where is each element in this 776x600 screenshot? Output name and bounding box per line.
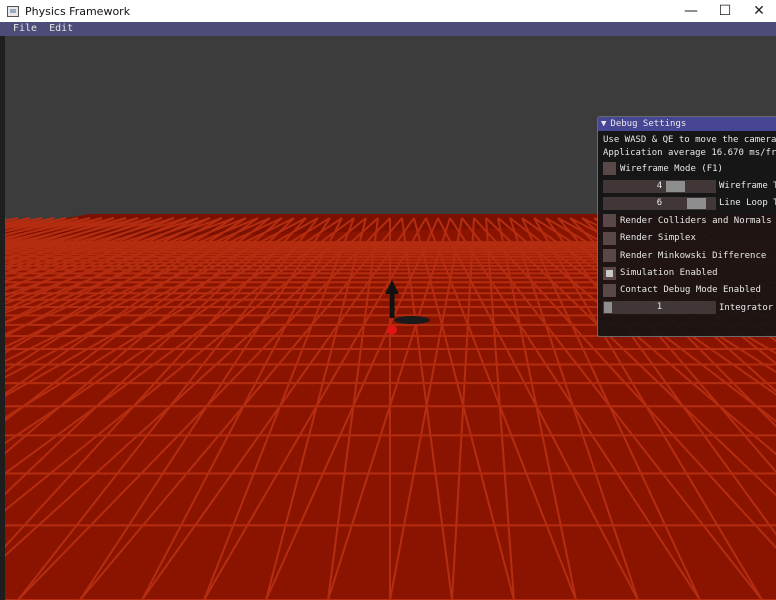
render-minkowski-checkbox[interactable]	[603, 249, 616, 263]
close-button[interactable]: ✕	[742, 0, 776, 22]
render-colliders-label: Render Colliders and Normals (	[620, 215, 776, 226]
menu-file[interactable]: File	[0, 22, 43, 36]
app-icon	[7, 5, 19, 17]
render-simplex-row[interactable]: Render Simplex	[603, 230, 776, 247]
integrator-label: Integrator	[719, 302, 774, 313]
window-controls: — ☐ ✕	[674, 0, 776, 22]
render-simplex-checkbox[interactable]	[603, 231, 616, 245]
debug-panel-header[interactable]: ▼ Debug Settings	[598, 117, 776, 131]
line-loop-slider[interactable]: 6	[603, 196, 716, 210]
wireframe-mode-checkbox[interactable]	[603, 162, 616, 176]
gizmo-shadow	[394, 316, 430, 324]
render-minkowski-row[interactable]: Render Minkowski Difference	[603, 247, 776, 264]
render-simplex-label: Render Simplex	[620, 233, 696, 244]
camera-help-text: Use WASD & QE to move the camera.	[603, 135, 776, 145]
line-loop-slider-label: Line Loop T	[719, 198, 776, 209]
debug-panel-title: Debug Settings	[610, 119, 687, 129]
slider-value: 6	[656, 197, 663, 208]
slider-value: 4	[656, 180, 663, 191]
integrator-slider[interactable]: 1	[603, 301, 716, 315]
app-window: Physics Framework — ☐ ✕ File Edit ▼ Debu…	[0, 0, 776, 600]
minimize-button[interactable]: —	[674, 0, 708, 22]
contact-debug-row[interactable]: Contact Debug Mode Enabled	[603, 282, 776, 299]
frame-stats-text: Application average 16.670 ms/fra	[603, 148, 776, 158]
wireframe-slider-label: Wireframe T	[719, 181, 776, 192]
menu-bar: File Edit	[0, 22, 776, 36]
contact-debug-checkbox[interactable]	[603, 283, 616, 297]
simulation-enabled-checkbox[interactable]	[603, 266, 616, 280]
render-colliders-checkbox[interactable]	[603, 214, 616, 228]
wireframe-mode-row[interactable]: Wireframe Mode (F1)	[603, 160, 776, 177]
wireframe-slider-row[interactable]: 4 Wireframe T	[603, 177, 776, 194]
debug-settings-panel[interactable]: ▼ Debug Settings Use WASD & QE to move t…	[597, 116, 776, 337]
window-title: Physics Framework	[25, 4, 131, 18]
gizmo-origin-marker	[387, 325, 397, 335]
maximize-button[interactable]: ☐	[708, 0, 742, 22]
simulation-enabled-label: Simulation Enabled	[620, 268, 718, 279]
simulation-enabled-row[interactable]: Simulation Enabled	[603, 264, 776, 281]
contact-debug-label: Contact Debug Mode Enabled	[620, 285, 761, 296]
slider-value: 1	[656, 302, 663, 313]
left-edge-strip	[0, 36, 5, 600]
title-bar[interactable]: Physics Framework — ☐ ✕	[0, 0, 776, 22]
collapse-triangle-icon[interactable]: ▼	[601, 119, 606, 129]
wireframe-mode-label: Wireframe Mode (F1)	[620, 163, 723, 174]
render-colliders-row[interactable]: Render Colliders and Normals (	[603, 212, 776, 229]
line-loop-slider-row[interactable]: 6 Line Loop T	[603, 195, 776, 212]
wireframe-thickness-slider[interactable]: 4	[603, 179, 716, 193]
menu-edit[interactable]: Edit	[43, 22, 79, 36]
render-minkowski-label: Render Minkowski Difference	[620, 250, 767, 261]
integrator-row[interactable]: 1 Integrator	[603, 299, 776, 316]
